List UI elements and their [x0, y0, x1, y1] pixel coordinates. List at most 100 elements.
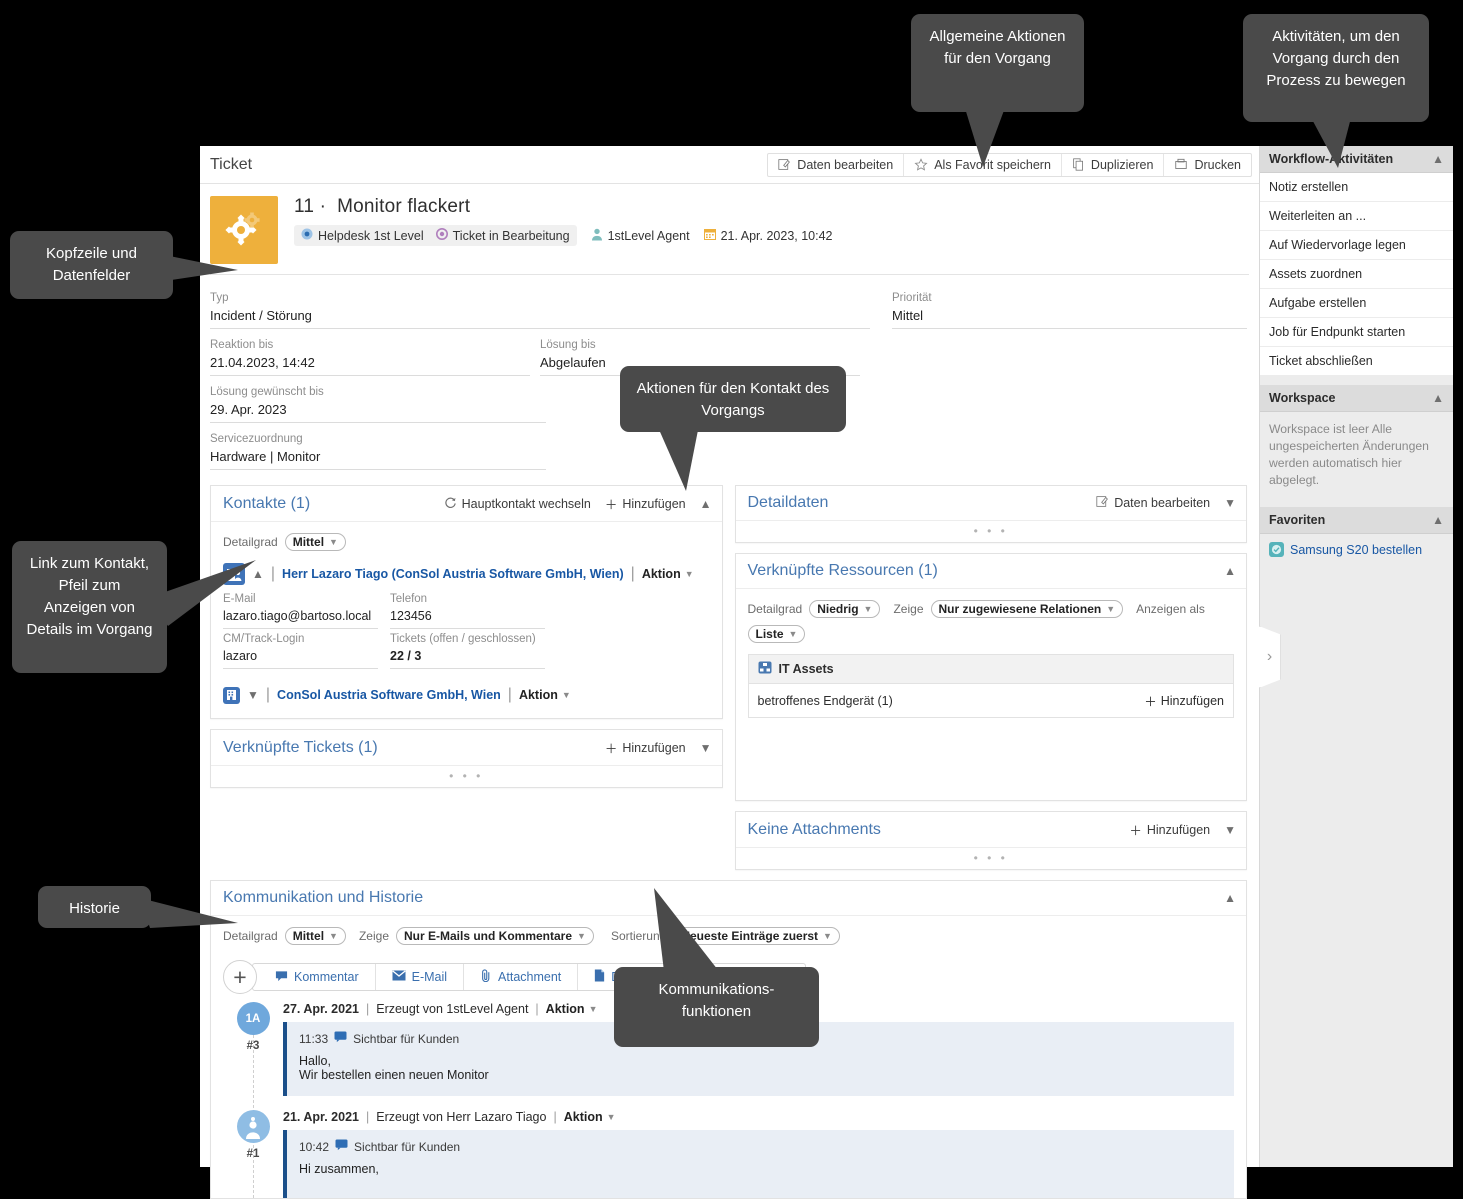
history-entry-action-menu[interactable]: Aktion ▼ [546, 1002, 598, 1016]
fields-right-column: Priorität Mittel [870, 285, 1247, 473]
contact-action-menu[interactable]: Aktion ▼ [642, 567, 694, 581]
duplicate-button[interactable]: Duplizieren [1062, 153, 1165, 176]
chevron-down-icon: ▼ [684, 569, 694, 579]
plus-icon: + [233, 963, 247, 990]
field-loesung-bis-label: Lösung bis [540, 339, 596, 351]
history-entry-visibility: Sichtbar für Kunden [353, 1031, 460, 1046]
chevron-down-icon: ▼ [823, 931, 832, 941]
person-icon [591, 228, 603, 244]
workflow-item-assets-zuordnen[interactable]: Assets zuordnen [1260, 260, 1453, 289]
add-entry-button[interactable]: + [223, 960, 257, 994]
chevron-right-icon: › [1266, 648, 1273, 665]
workflow-item-ticket-abschliessen[interactable]: Ticket abschließen [1260, 347, 1453, 376]
separator-pipe: | [365, 1002, 370, 1016]
resources-row-label[interactable]: betroffenes Endgerät (1) [758, 694, 893, 708]
resources-filter-row: Detailgrad Niedrig ▼ Zeige Nur zugewiese… [747, 593, 1235, 648]
field-prioritaet-label: Priorität [892, 292, 932, 304]
history-entry-author: Erzeugt von 1stLevel Agent [376, 1002, 529, 1016]
add-contact-button[interactable]: ＋ Hinzufügen [605, 494, 686, 513]
history-entry-action-menu[interactable]: Aktion ▼ [564, 1110, 616, 1124]
ticket-assignee-label: 1stLevel Agent [607, 228, 690, 243]
history-entry-author: Erzeugt von Herr Lazaro Tiago [376, 1110, 547, 1124]
print-button[interactable]: Drucken [1164, 154, 1251, 176]
status-icon [435, 228, 448, 243]
chevron-down-icon: ▼ [561, 690, 571, 700]
favorite-item[interactable]: Samsung S20 bestellen [1260, 534, 1453, 565]
add-comment-button[interactable]: Kommentar [253, 964, 376, 990]
resources-zeige-value: Nur zugewiesene Relationen [938, 602, 1102, 616]
detaildaten-header: Detaildaten Daten bearbeiten ▼ [736, 486, 1247, 520]
switch-main-contact-button[interactable]: Hauptkontakt wechseln [444, 496, 591, 512]
history-entry-text-line2: Wir bestellen einen neuen Monitor [299, 1068, 489, 1082]
chevron-up-icon[interactable]: ▲ [700, 497, 712, 511]
history-entry-avatar-column: 1A #3 [223, 1002, 283, 1096]
chevron-up-icon[interactable]: ▲ [1432, 391, 1444, 405]
company-name-link[interactable]: ConSol Austria Software GmbH, Wien [277, 688, 501, 702]
resources-row: betroffenes Endgerät (1) ＋ Hinzufügen [749, 684, 1234, 717]
communication-detail-select[interactable]: Mittel ▼ [284, 927, 346, 945]
workflow-item-auf-wiedervorlage-legen[interactable]: Auf Wiedervorlage legen [1260, 231, 1453, 260]
contact-fields-row-2: CM/Track-Login lazaro Tickets (offen / g… [223, 629, 710, 669]
field-prioritaet-value[interactable]: Mittel [892, 306, 1247, 329]
linked-tickets-title: Verknüpfte Tickets (1) [223, 738, 378, 756]
linked-tickets-header: Verknüpfte Tickets (1) ＋ Hinzufügen ▼ [211, 730, 722, 765]
chevron-up-icon[interactable]: ▲ [1432, 513, 1444, 527]
add-email-button[interactable]: E-Mail [376, 964, 465, 990]
company-action-menu[interactable]: Aktion ▼ [519, 688, 571, 702]
ticket-date-label: 21. Apr. 2023, 10:42 [720, 228, 833, 243]
chevron-down-icon[interactable]: ▼ [1224, 496, 1236, 510]
chevron-up-icon[interactable]: ▲ [1224, 891, 1236, 905]
resources-anzeigen-select[interactable]: Liste ▼ [747, 625, 806, 643]
history-entry: #1 21. Apr. 2021 | Erzeugt von Herr Laza… [223, 1110, 1234, 1198]
communication-zeige-select[interactable]: Nur E-Mails und Kommentare ▼ [396, 927, 594, 945]
resources-detail-select[interactable]: Niedrig ▼ [809, 600, 881, 618]
separator-pipe: | [553, 1110, 557, 1124]
edit-data-button[interactable]: Daten bearbeiten [768, 153, 905, 176]
detaildaten-edit-button[interactable]: Daten bearbeiten [1096, 495, 1210, 511]
chevron-down-icon[interactable]: ▼ [1224, 823, 1236, 837]
company-action-label: Aktion [518, 688, 558, 702]
field-typ-value[interactable]: Incident / Störung [210, 306, 870, 329]
field-loesung-gewuenscht-label: Lösung gewünscht bis [210, 386, 324, 398]
contacts-detail-select[interactable]: Mittel ▼ [284, 533, 346, 551]
history-entry-text-line1: Hallo, [299, 1054, 331, 1068]
comment-icon [275, 969, 288, 985]
field-reaktion-value[interactable]: 21.04.2023, 14:42 [210, 353, 530, 376]
chevron-up-icon[interactable]: ▲ [1432, 152, 1444, 166]
edit-icon [1096, 495, 1109, 511]
ticket-status-label: Ticket in Bearbeitung [452, 228, 570, 243]
resources-zeige-select[interactable]: Nur zugewiesene Relationen ▼ [930, 600, 1124, 618]
mail-icon [392, 970, 406, 984]
chevron-down-icon: ▼ [1106, 604, 1116, 614]
workflow-item-job-fuer-endpunkt-starten[interactable]: Job für Endpunkt starten [1260, 318, 1453, 347]
contact-field-phone-value[interactable]: 123456 [390, 607, 545, 629]
sidebar-collapse-handle[interactable]: › [1259, 626, 1281, 688]
history-entry-date: 21. Apr. 2021 [283, 1110, 359, 1124]
add-attachment-entry-button[interactable]: Attachment [464, 964, 579, 990]
add-attachment-button[interactable]: ＋ Hinzufügen [1129, 820, 1210, 839]
contact-field-login-value[interactable]: lazaro [223, 647, 378, 669]
resources-detail-label: Detailgrad [747, 602, 803, 616]
linked-tickets-panel: Verknüpfte Tickets (1) ＋ Hinzufügen ▼ • … [210, 729, 723, 788]
contact-field-tickets-value[interactable]: 22 / 3 [390, 647, 545, 669]
contact-field-login: CM/Track-Login lazaro [223, 631, 378, 669]
workflow-item-weiterleiten-an[interactable]: Weiterleiten an ... [1260, 202, 1453, 231]
resources-row-add-label: Hinzufügen [1160, 693, 1224, 708]
resources-row-add-button[interactable]: ＋ Hinzufügen [1144, 691, 1224, 710]
field-loesung-gewuenscht-value[interactable]: 29. Apr. 2023 [210, 400, 546, 423]
callout-kommunikationsfunktionen: Kommunikations- funktionen [614, 967, 819, 1047]
avatar [236, 1110, 270, 1143]
contact-field-tickets-label: Tickets (offen / geschlossen) [390, 633, 536, 645]
chevron-up-icon[interactable]: ▲ [1224, 564, 1236, 578]
history-entry-text-line1: Hi zusammen, [299, 1162, 379, 1176]
callout-historie: Historie [38, 886, 151, 928]
chevron-down-icon[interactable]: ▼ [700, 741, 712, 755]
field-servicezuordnung-value[interactable]: Hardware | Monitor [210, 447, 546, 470]
resources-panel: Verknüpfte Ressourcen (1) ▲ Detailgrad N… [734, 553, 1247, 801]
workflow-item-aufgabe-erstellen[interactable]: Aufgabe erstellen [1260, 289, 1453, 318]
chevron-down-icon: ▼ [606, 1112, 616, 1122]
add-linked-ticket-button[interactable]: ＋ Hinzufügen [605, 738, 686, 757]
company-expand-toggle[interactable]: ▼ [247, 688, 259, 702]
contact-name-link[interactable]: Herr Lazaro Tiago (ConSol Austria Softwa… [282, 567, 624, 581]
workflow-item-notiz-erstellen[interactable]: Notiz erstellen [1260, 173, 1453, 202]
